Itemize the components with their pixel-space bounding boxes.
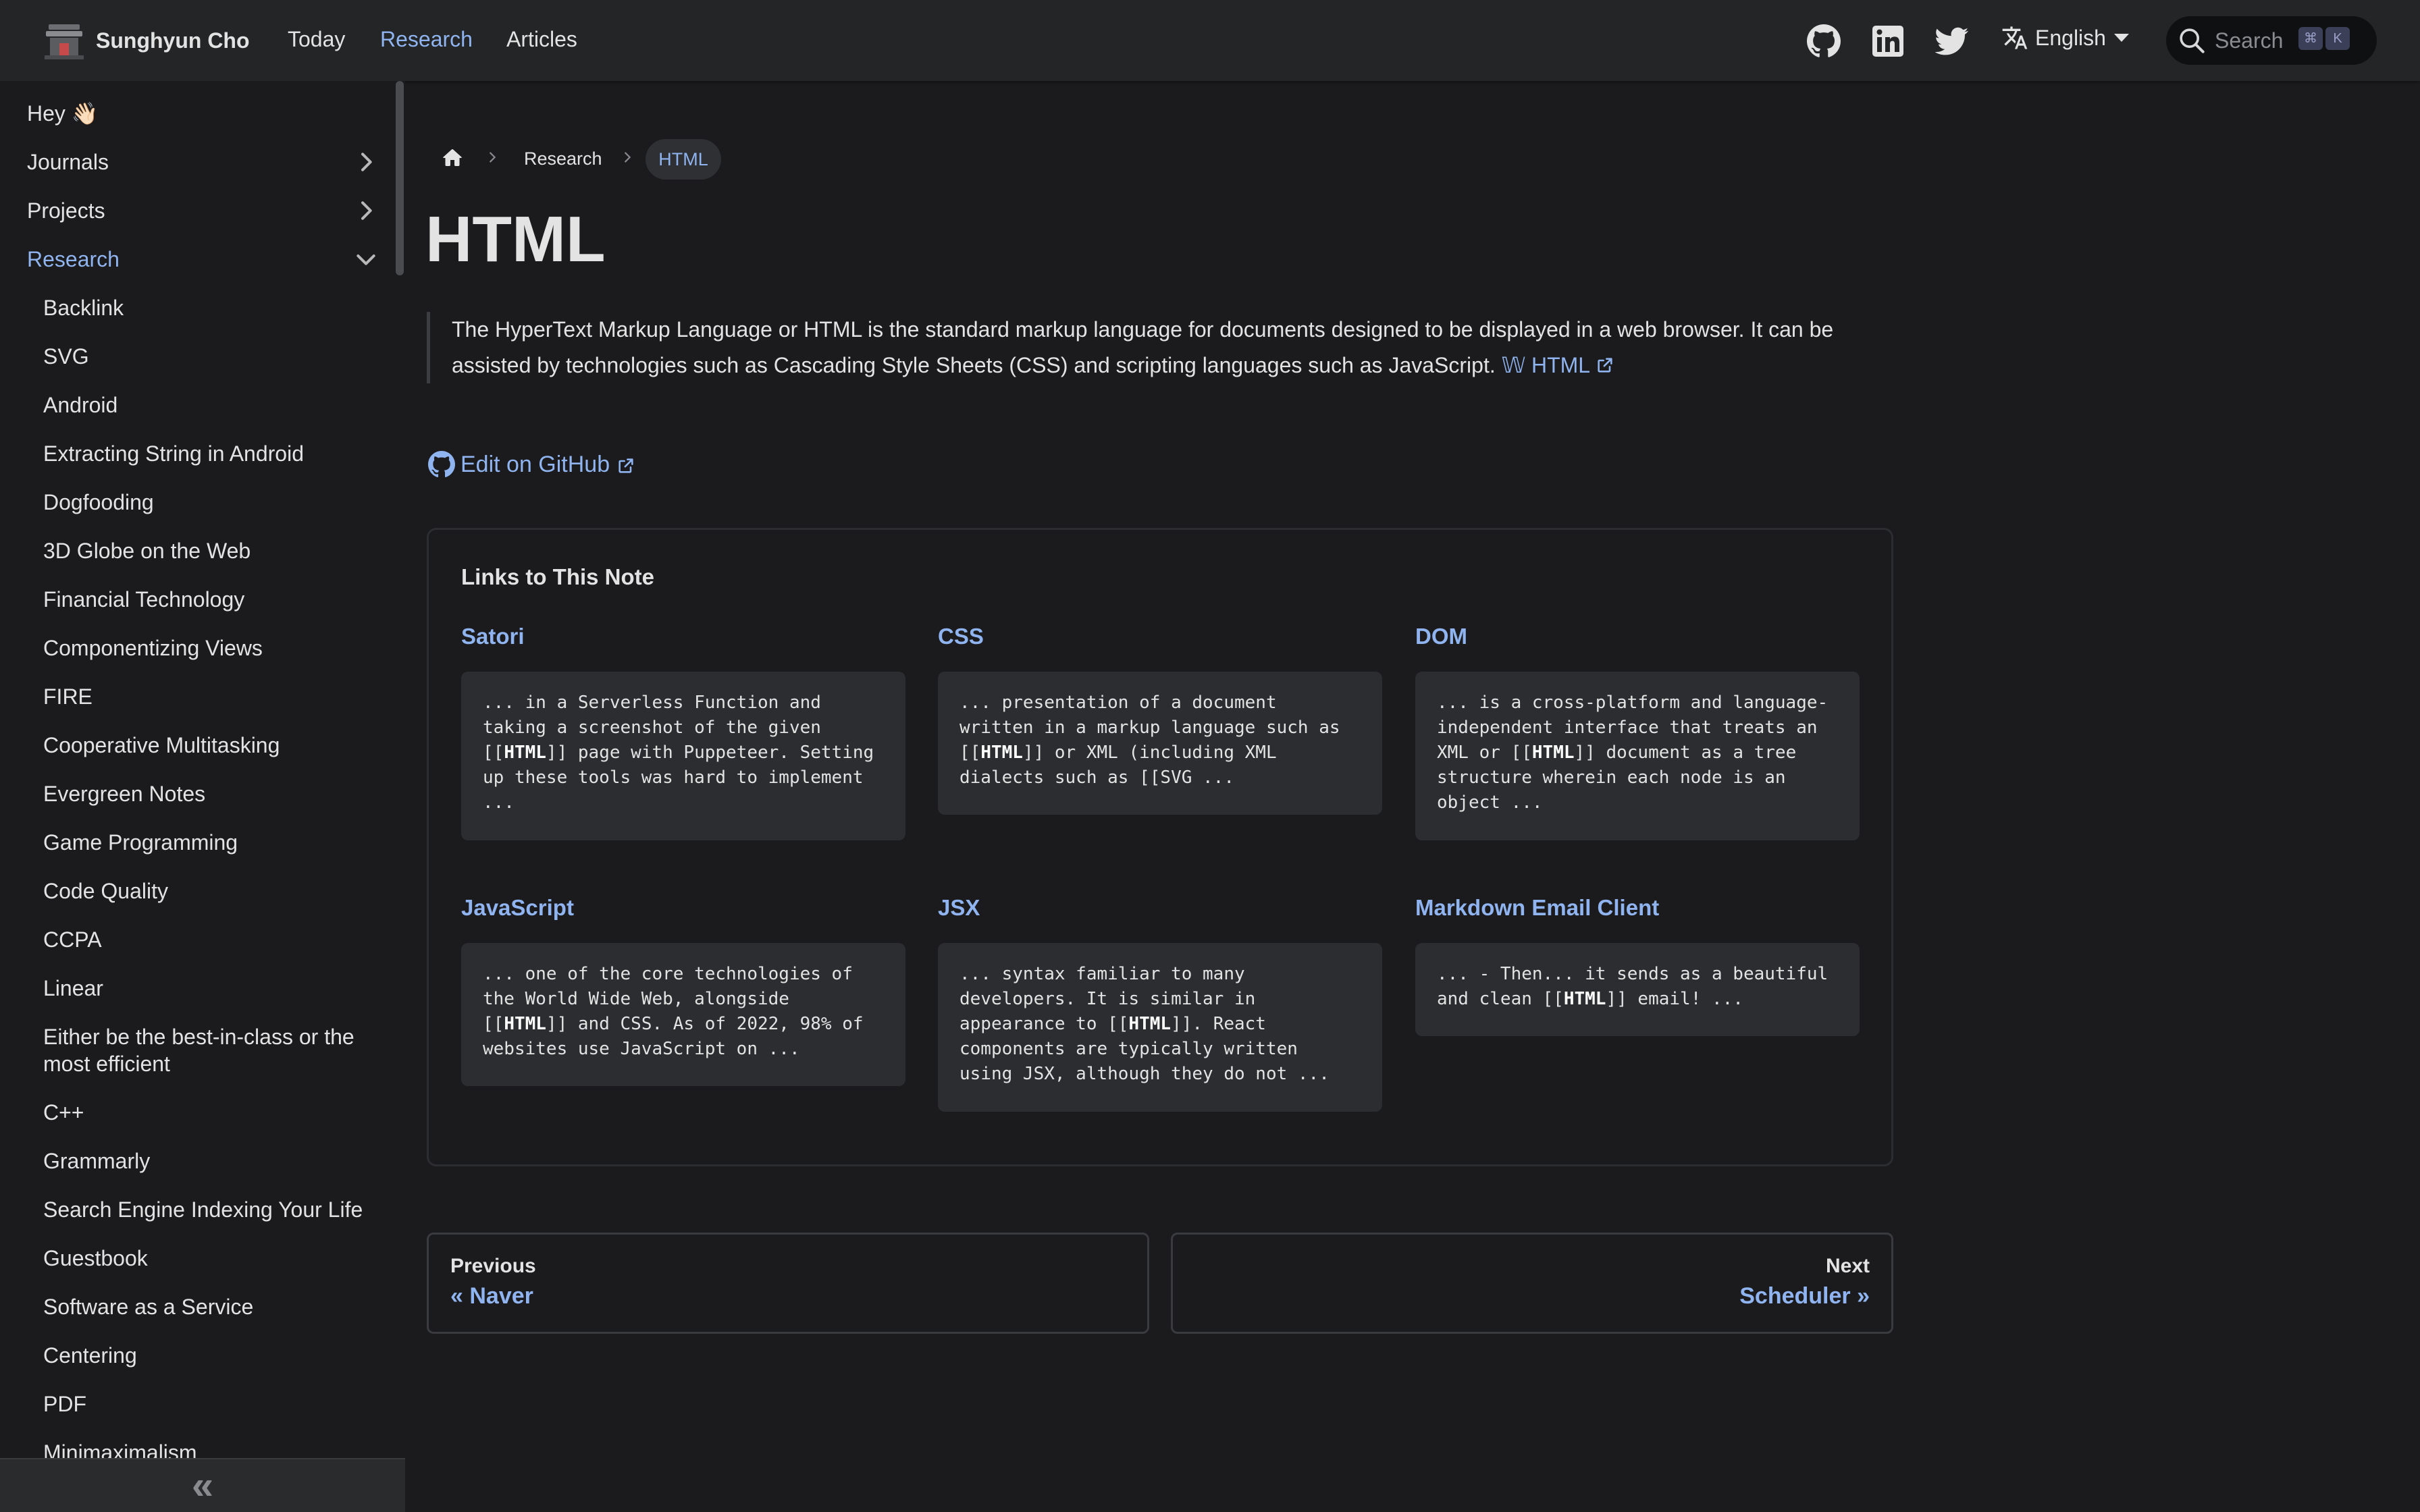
- next-sublabel: Next: [1825, 1255, 1870, 1277]
- sidebar-item-fire[interactable]: FIRE: [43, 683, 93, 710]
- brand-logo-icon: [45, 22, 84, 59]
- excerpt-highlight: HTML: [980, 742, 1023, 763]
- breadcrumb-chevron-icon: [485, 150, 500, 165]
- sidebar-item-code-quality[interactable]: Code Quality: [43, 878, 168, 905]
- search-placeholder: Search: [2215, 28, 2284, 53]
- next-page-link[interactable]: Next Scheduler »: [1171, 1233, 1893, 1334]
- search-button[interactable]: Search ⌘ K: [2166, 16, 2377, 65]
- chevron-right-icon[interactable]: [352, 197, 379, 224]
- sidebar-item-linear[interactable]: Linear: [43, 975, 103, 1002]
- sidebar-item-minimaximalism[interactable]: Minimaximalism: [43, 1439, 197, 1458]
- sidebar: Hey 👋🏻 Journals Projects Research Backli…: [0, 81, 405, 1512]
- nav-link-research[interactable]: Research: [380, 27, 473, 52]
- sidebar-item-game-programming[interactable]: Game Programming: [43, 829, 238, 856]
- chevron-down-icon[interactable]: [352, 246, 379, 273]
- twitter-icon[interactable]: [1935, 24, 1969, 58]
- external-link-icon: [616, 455, 635, 474]
- sidebar-item-hey[interactable]: Hey 👋🏻: [27, 100, 99, 127]
- sidebar-item-saas[interactable]: Software as a Service: [43, 1293, 253, 1320]
- excerpt-highlight: HTML: [1531, 742, 1575, 763]
- breadcrumb-research[interactable]: Research: [524, 148, 602, 169]
- next-label: Scheduler »: [1739, 1283, 1870, 1309]
- language-label: English: [2035, 25, 2106, 50]
- backlink-excerpt: ... is a cross-platform and language-ind…: [1415, 672, 1860, 840]
- sidebar-item-backlink[interactable]: Backlink: [43, 294, 124, 321]
- sidebar-item-financial-technology[interactable]: Financial Technology: [43, 586, 244, 613]
- search-icon: [2178, 27, 2205, 54]
- excerpt-highlight: HTML: [1128, 1014, 1172, 1034]
- sidebar-item-grammarly[interactable]: Grammarly: [43, 1148, 150, 1174]
- github-icon[interactable]: [1807, 24, 1841, 58]
- sidebar-item-cooperative-multitasking[interactable]: Cooperative Multitasking: [43, 732, 280, 759]
- collapse-sidebar-button[interactable]: «: [0, 1458, 405, 1512]
- sidebar-item-best-in-class[interactable]: Either be the best-in-class or the most …: [43, 1023, 394, 1077]
- sidebar-item-guestbook[interactable]: Guestbook: [43, 1245, 148, 1272]
- language-dropdown[interactable]: English: [2001, 24, 2129, 51]
- brand-title: Sunghyun Cho: [96, 28, 250, 53]
- sidebar-item-cpp[interactable]: C++: [43, 1099, 84, 1126]
- sidebar-menu: Hey 👋🏻 Journals Projects Research Backli…: [0, 81, 394, 1458]
- linkedin-icon[interactable]: [1871, 24, 1905, 58]
- edit-on-github-label: Edit on GitHub: [461, 451, 610, 477]
- translate-icon: [2001, 24, 2028, 51]
- sidebar-item-ccpa[interactable]: CCPA: [43, 926, 102, 953]
- search-key-k: K: [2325, 27, 2350, 50]
- sidebar-item-android[interactable]: Android: [43, 392, 117, 418]
- search-key-cmd: ⌘: [2298, 27, 2323, 50]
- top-navbar: Sunghyun Cho Today Research Articles Eng…: [0, 0, 2420, 81]
- quote-text: The HyperText Markup Language or HTML is…: [452, 317, 1834, 377]
- page-title: HTML: [425, 203, 606, 275]
- external-link-icon: [1596, 350, 1614, 373]
- sidebar-item-svg[interactable]: SVG: [43, 343, 89, 370]
- sidebar-item-pdf[interactable]: PDF: [43, 1390, 86, 1418]
- edit-on-github-link[interactable]: Edit on GitHub: [428, 451, 635, 478]
- backlink-excerpt: ... one of the core technologies of the …: [461, 943, 905, 1086]
- caret-down-icon: [2113, 34, 2129, 42]
- backlink-title[interactable]: Satori: [461, 624, 525, 649]
- previous-label: « Naver: [450, 1283, 533, 1309]
- excerpt-highlight: HTML: [504, 1014, 546, 1034]
- sidebar-item-search-engine-indexing[interactable]: Search Engine Indexing Your Life: [43, 1196, 363, 1223]
- breadcrumb-home-icon[interactable]: [440, 146, 465, 170]
- backlink-excerpt: ... syntax familiar to many developers. …: [938, 943, 1382, 1112]
- backlink-title[interactable]: CSS: [938, 624, 984, 649]
- sidebar-item-centering[interactable]: Centering: [43, 1342, 137, 1369]
- backlink-excerpt: ... in a Serverless Function and taking …: [461, 672, 905, 840]
- nav-link-articles[interactable]: Articles: [506, 27, 577, 52]
- sidebar-item-journals[interactable]: Journals: [27, 148, 109, 176]
- backlink-title[interactable]: JavaScript: [461, 895, 574, 921]
- brand-link[interactable]: Sunghyun Cho: [45, 20, 250, 61]
- sidebar-item-extracting-string[interactable]: Extracting String in Android: [43, 440, 304, 467]
- sidebar-scrollbar-thumb[interactable]: [396, 81, 404, 275]
- sidebar-item-evergreen-notes[interactable]: Evergreen Notes: [43, 780, 205, 807]
- backlink-title[interactable]: DOM: [1415, 624, 1467, 649]
- sidebar-item-dogfooding[interactable]: Dogfooding: [43, 489, 154, 516]
- breadcrumb-current: HTML: [646, 139, 721, 180]
- excerpt-highlight: HTML: [504, 742, 546, 763]
- backlink-title[interactable]: Markdown Email Client: [1415, 895, 1659, 921]
- sidebar-item-research[interactable]: Research: [27, 246, 120, 273]
- nav-link-today[interactable]: Today: [288, 27, 345, 52]
- wikipedia-quote: The HyperText Markup Language or HTML is…: [427, 312, 1872, 383]
- chevron-right-icon[interactable]: [352, 148, 379, 176]
- previous-page-link[interactable]: Previous « Naver: [427, 1233, 1149, 1334]
- backlinks-title: Links to This Note: [461, 564, 655, 589]
- backlink-title[interactable]: JSX: [938, 895, 980, 921]
- sidebar-item-componentizing-views[interactable]: Componentizing Views: [43, 634, 263, 662]
- backlink-excerpt: ... presentation of a document written i…: [938, 672, 1382, 815]
- excerpt-highlight: HTML: [1563, 989, 1606, 1009]
- sidebar-item-projects[interactable]: Projects: [27, 197, 105, 224]
- breadcrumb-chevron-icon: [620, 150, 635, 165]
- double-chevron-left-icon: «: [191, 1463, 214, 1507]
- previous-sublabel: Previous: [450, 1255, 536, 1277]
- sidebar-scrollbar-track[interactable]: [394, 81, 405, 1458]
- sidebar-item-3d-globe[interactable]: 3D Globe on the Web: [43, 537, 251, 564]
- github-icon: [428, 451, 455, 478]
- backlink-excerpt: ... - Then... it sends as a beautiful an…: [1415, 943, 1860, 1036]
- wikipedia-link-label: 𝕎 HTML: [1501, 353, 1589, 377]
- wikipedia-link[interactable]: 𝕎 HTML: [1502, 353, 1614, 377]
